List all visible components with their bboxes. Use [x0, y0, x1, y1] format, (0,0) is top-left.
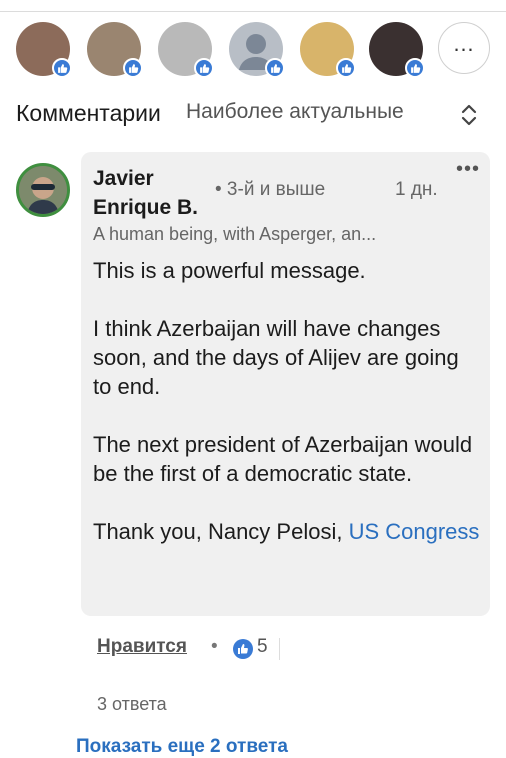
us-congress-link[interactable]: US Congress	[349, 519, 480, 544]
like-badge-icon	[123, 58, 143, 78]
reactor-avatar[interactable]	[16, 22, 72, 78]
more-reactors-button[interactable]: …	[438, 22, 490, 74]
comment-more-icon[interactable]: •••	[456, 158, 480, 181]
action-divider	[279, 638, 280, 660]
reactor-avatar[interactable]	[229, 22, 285, 78]
reactor-avatar[interactable]	[158, 22, 214, 78]
ellipsis-icon: …	[452, 31, 476, 56]
author-headline: A human being, with Asperger, an...	[93, 224, 377, 244]
like-badge-icon	[336, 58, 356, 78]
comment-paragraph: The next president of Azerbaijan would b…	[93, 432, 473, 486]
top-divider	[0, 11, 506, 12]
comment-paragraph: I think Azerbaijan will have changes soo…	[93, 316, 459, 399]
comment-time: 1 дн.	[395, 179, 438, 200]
reactor-avatar[interactable]	[369, 22, 425, 78]
action-separator: •	[211, 636, 218, 657]
reactor-avatar[interactable]	[300, 22, 356, 78]
comment-paragraph: Thank you, Nancy Pelosi, US Congress	[93, 517, 483, 546]
comment-author-name[interactable]: Javier Enrique B.	[93, 164, 215, 222]
comment-body: This is a powerful message. I think Azer…	[93, 256, 483, 546]
comment-thanks-text: Thank you, Nancy Pelosi,	[93, 519, 349, 544]
author-photo-icon	[19, 166, 67, 214]
like-badge-icon	[194, 58, 214, 78]
replies-count: 3 ответа	[97, 694, 167, 714]
like-badge-icon	[405, 58, 425, 78]
comments-title: Комментарии	[16, 100, 161, 126]
like-badge-icon	[52, 58, 72, 78]
like-reaction-icon[interactable]	[233, 639, 253, 659]
comment-paragraph: This is a powerful message.	[93, 258, 366, 283]
reactors-row: …	[16, 22, 496, 82]
reactor-avatar[interactable]	[87, 22, 143, 78]
reaction-count[interactable]: 5	[257, 636, 268, 658]
comment-actions: Нравится • 5	[97, 636, 397, 666]
connection-degree: • 3-й и выше	[215, 179, 326, 200]
comments-sort-row: Комментарии Наиболее актуальные	[16, 100, 490, 130]
sort-selector[interactable]: Наиболее актуальные	[186, 100, 404, 124]
comment-bubble: Javier Enrique B. • 3-й и выше 1 дн. •••…	[81, 152, 490, 616]
like-button[interactable]: Нравится	[97, 636, 187, 658]
sort-chevron-icon[interactable]	[460, 102, 478, 128]
show-more-replies-link[interactable]: Показать еще 2 ответа	[76, 736, 288, 758]
like-badge-icon	[265, 58, 285, 78]
comment-author-avatar[interactable]	[16, 163, 70, 217]
